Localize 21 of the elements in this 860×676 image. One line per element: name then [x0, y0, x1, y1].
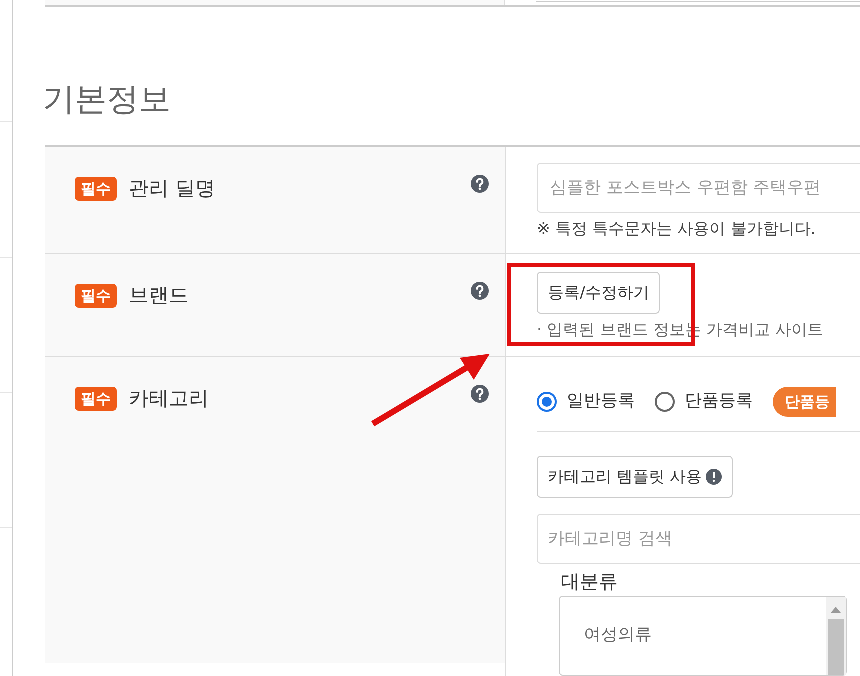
scrollbar[interactable]	[826, 597, 846, 675]
required-badge: 필수	[75, 176, 117, 200]
section-title: 기본정보	[43, 78, 172, 118]
deal-name-field[interactable]: 심플한 포스트박스 우편함 주택우편	[537, 162, 860, 212]
list-item[interactable]: 여성의류	[584, 623, 826, 648]
required-badge: 필수	[75, 284, 117, 308]
field-label: 카테고리	[129, 384, 210, 410]
radio-option[interactable]: 단품등록	[655, 388, 753, 414]
help-icon[interactable]	[471, 174, 489, 192]
info-icon	[706, 468, 722, 484]
required-badge: 필수	[75, 386, 117, 410]
field-label: 브랜드	[129, 282, 190, 308]
input-note: ※ 특정 특수문자는 사용이 불가합니다.	[537, 218, 817, 240]
radio-option[interactable]: 일반등록	[537, 388, 635, 414]
help-icon[interactable]	[471, 384, 489, 402]
category-search-field[interactable]: 카테고리명 검색	[537, 514, 860, 564]
category-template-button[interactable]: 카테고리 템플릿 사용	[537, 456, 734, 498]
help-icon[interactable]	[471, 282, 489, 300]
field-label: 관리 딜명	[129, 174, 216, 200]
edit-brand-button[interactable]: 등록/수정하기	[537, 272, 660, 314]
list-label: 대분류	[561, 570, 619, 594]
